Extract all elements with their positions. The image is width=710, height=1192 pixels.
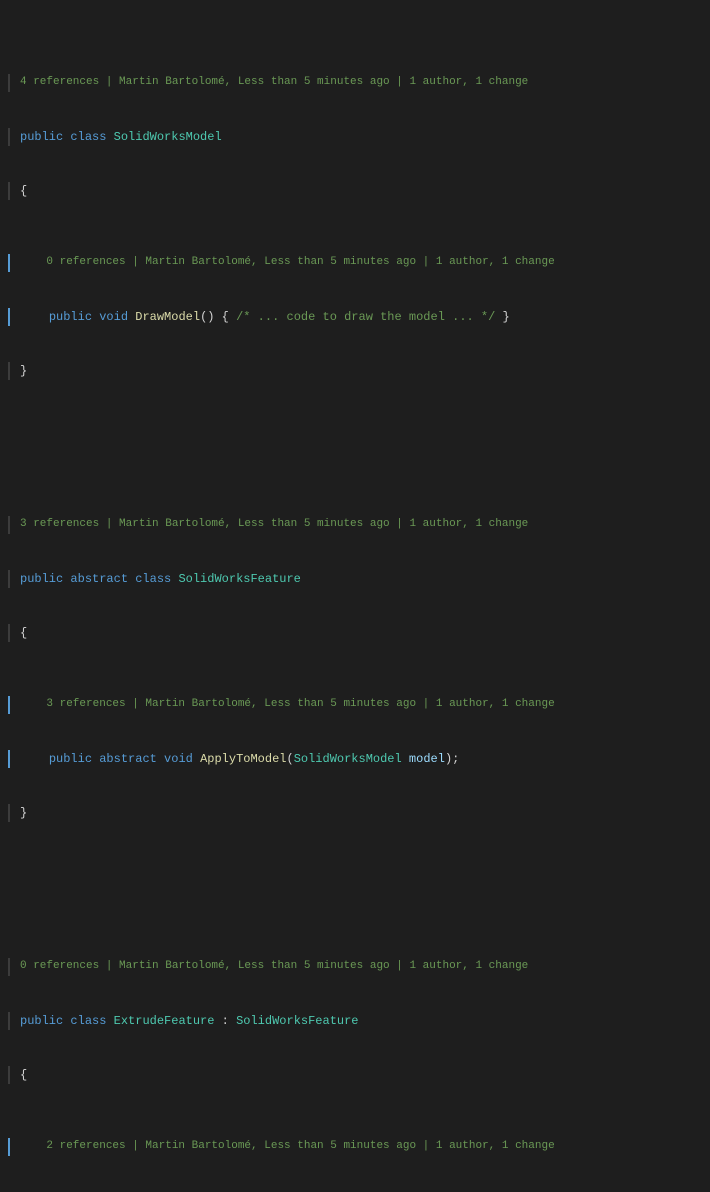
code-line: } xyxy=(0,804,710,822)
code-line: { xyxy=(0,1066,710,1084)
code-line: public abstract class SolidWorksFeature xyxy=(0,570,710,588)
meta-line: 3 references | Martin Bartolomé, Less th… xyxy=(0,516,710,534)
meta-line: 4 references | Martin Bartolomé, Less th… xyxy=(0,74,710,92)
code-line: public abstract void ApplyToModel(SolidW… xyxy=(0,750,710,768)
code-editor: 4 references | Martin Bartolomé, Less th… xyxy=(0,0,710,1192)
code-line: } xyxy=(0,362,710,380)
code-line: { xyxy=(0,182,710,200)
code-line: public void DrawModel() { /* ... code to… xyxy=(0,308,710,326)
code-line: public class ExtrudeFeature : SolidWorks… xyxy=(0,1012,710,1030)
code-line: public class SolidWorksModel xyxy=(0,128,710,146)
meta-line: 2 references | Martin Bartolomé, Less th… xyxy=(0,1138,710,1156)
meta-line: 0 references | Martin Bartolomé, Less th… xyxy=(0,254,710,272)
meta-line: 3 references | Martin Bartolomé, Less th… xyxy=(0,696,710,714)
code-line: { xyxy=(0,624,710,642)
meta-line: 0 references | Martin Bartolomé, Less th… xyxy=(0,958,710,976)
